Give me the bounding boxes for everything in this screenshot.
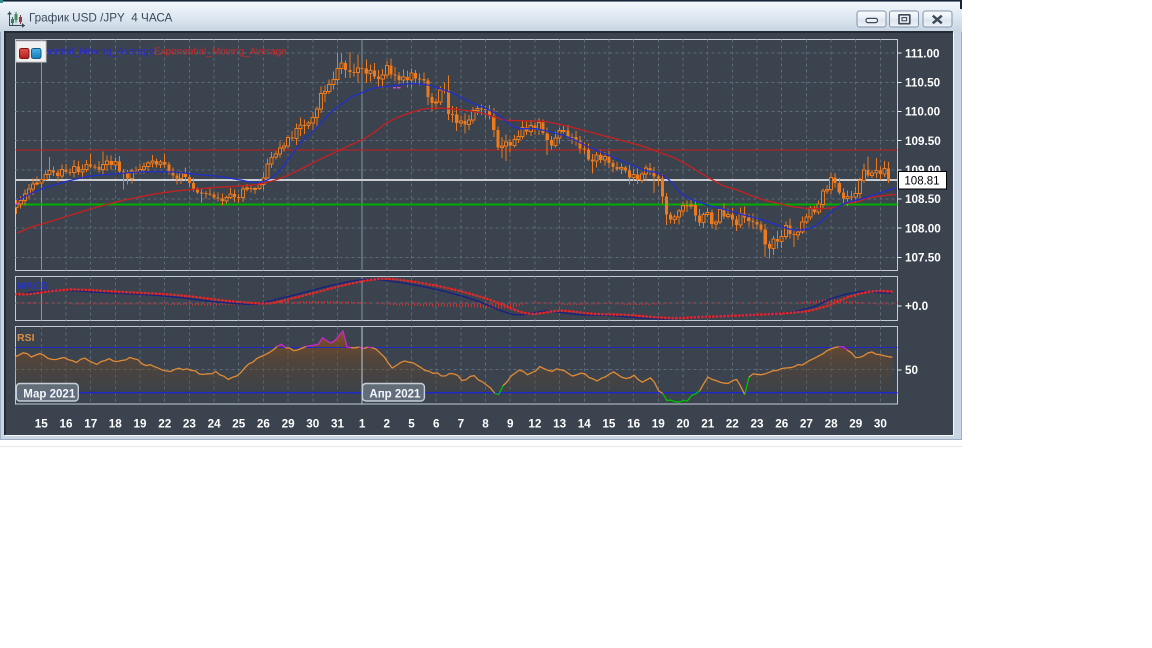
svg-text:Апр 2021: Апр 2021 xyxy=(369,388,421,400)
svg-text:18: 18 xyxy=(109,418,123,431)
svg-text:23: 23 xyxy=(183,418,197,431)
svg-text:108.00: 108.00 xyxy=(905,222,941,235)
svg-text:16: 16 xyxy=(59,418,73,431)
svg-text:24: 24 xyxy=(208,418,222,431)
svg-text:7: 7 xyxy=(458,418,465,431)
svg-text:23: 23 xyxy=(750,418,764,431)
svg-text:28: 28 xyxy=(825,418,839,431)
svg-text:22: 22 xyxy=(726,418,740,431)
svg-text:110.50: 110.50 xyxy=(905,77,941,90)
svg-text:107.50: 107.50 xyxy=(905,252,941,265)
svg-text:109.50: 109.50 xyxy=(905,135,941,148)
svg-text:16: 16 xyxy=(627,418,641,431)
svg-text:27: 27 xyxy=(800,418,813,431)
svg-text:108.50: 108.50 xyxy=(905,193,941,206)
svg-text:26: 26 xyxy=(257,418,271,431)
svg-text:21: 21 xyxy=(701,418,715,431)
svg-text:5: 5 xyxy=(408,418,415,431)
svg-text:19: 19 xyxy=(133,418,147,431)
svg-text:30: 30 xyxy=(306,418,320,431)
svg-text:50: 50 xyxy=(905,364,919,377)
svg-text:14: 14 xyxy=(578,418,592,431)
svg-text:13: 13 xyxy=(553,418,567,431)
svg-text:17: 17 xyxy=(84,418,97,431)
svg-text:22: 22 xyxy=(158,418,172,431)
svg-text:RSI: RSI xyxy=(17,332,35,344)
svg-text:25: 25 xyxy=(232,418,246,431)
svg-text:20: 20 xyxy=(676,418,690,431)
svg-text:15: 15 xyxy=(35,418,49,431)
svg-text:2: 2 xyxy=(384,418,391,431)
svg-text:1: 1 xyxy=(359,418,366,431)
svg-text:26: 26 xyxy=(775,418,789,431)
svg-text:График USD /JPY 4 ЧАСА: График USD /JPY 4 ЧАСА xyxy=(29,11,173,24)
svg-text:MACD: MACD xyxy=(17,280,49,292)
svg-text:111.00: 111.00 xyxy=(905,47,940,60)
svg-text:31: 31 xyxy=(331,418,345,431)
svg-text:+0.0: +0.0 xyxy=(905,300,929,313)
svg-text:12: 12 xyxy=(528,418,542,431)
svg-text:108.81: 108.81 xyxy=(904,176,939,188)
svg-text:29: 29 xyxy=(849,418,863,431)
svg-text:29: 29 xyxy=(282,418,296,431)
svg-text:15: 15 xyxy=(602,418,616,431)
svg-text:30: 30 xyxy=(874,418,888,431)
svg-text:110.00: 110.00 xyxy=(905,106,941,119)
svg-text:Мар 2021: Мар 2021 xyxy=(23,388,76,400)
svg-text:Exponential_Moving_Average: Exponential_Moving_Average xyxy=(154,47,287,58)
svg-text:8: 8 xyxy=(482,418,489,431)
svg-text:6: 6 xyxy=(433,418,440,431)
svg-text:19: 19 xyxy=(652,418,666,431)
svg-text:9: 9 xyxy=(507,418,514,431)
